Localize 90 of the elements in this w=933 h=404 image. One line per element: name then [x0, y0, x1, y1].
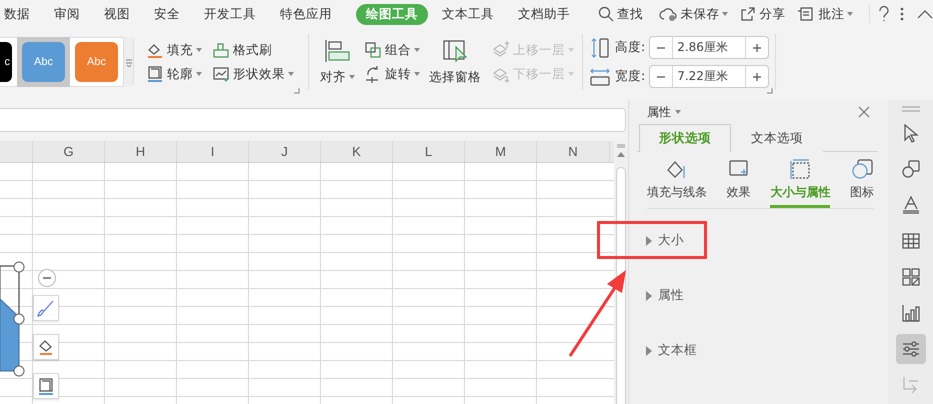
- ribbon-button[interactable]: 形状效果: [210, 65, 296, 83]
- collapsed-icon: [645, 346, 652, 356]
- style-button[interactable]: [33, 295, 59, 321]
- caret-icon: [568, 48, 574, 52]
- section-header[interactable]: 属性: [645, 286, 684, 305]
- menu-tab[interactable]: 数据: [4, 4, 30, 24]
- size-spinner[interactable]: 7.22厘米: [649, 65, 770, 88]
- comment-icon: [797, 6, 816, 22]
- column-header[interactable]: M: [465, 141, 537, 162]
- field-label: 宽度:: [615, 68, 646, 85]
- plus-icon: [752, 42, 762, 52]
- column-header[interactable]: J: [249, 141, 321, 162]
- help-icon: [878, 6, 890, 22]
- menu-tab[interactable]: 特色应用: [280, 4, 332, 24]
- section-header[interactable]: 大小: [645, 231, 684, 250]
- sliders-icon: [900, 339, 920, 359]
- menu-tab[interactable]: 开发工具: [204, 4, 256, 24]
- fill-icon: [37, 338, 55, 356]
- plus-icon: [752, 72, 762, 82]
- column-header[interactable]: L: [393, 141, 465, 162]
- group-launcher-icon: [767, 88, 774, 94]
- scroll-up-icon: [617, 152, 625, 157]
- more-icon: [900, 6, 904, 22]
- size-spinner[interactable]: 2.86厘米: [649, 36, 770, 59]
- caret-icon: [675, 110, 681, 114]
- fill-button[interactable]: [33, 334, 59, 360]
- menu-tab[interactable]: 审阅: [54, 4, 80, 24]
- option-tab[interactable]: 图标: [850, 158, 874, 208]
- drag-handle-icon: [902, 106, 920, 112]
- table-icon: [900, 231, 920, 251]
- formula-field[interactable]: [0, 108, 626, 132]
- size-icon: [788, 158, 812, 180]
- column-header[interactable]: G: [33, 141, 105, 162]
- menu-tab[interactable]: 文本工具: [442, 4, 494, 24]
- panel-title[interactable]: 属性: [647, 104, 681, 120]
- chevron-up-icon: [917, 9, 933, 19]
- scroll-grip-icon: [617, 144, 625, 148]
- field-label: 高度:: [615, 39, 646, 56]
- column-header[interactable]: K: [321, 141, 393, 162]
- chart-icon: [900, 303, 920, 323]
- collapsed-icon: [645, 290, 652, 300]
- section-header[interactable]: 文本框: [645, 341, 697, 360]
- ribbon-button[interactable]: 组合: [362, 41, 422, 59]
- align-button[interactable]: 对齐: [317, 38, 358, 86]
- scroll-thumb[interactable]: [616, 167, 626, 404]
- height-icon: [589, 36, 611, 58]
- search-button[interactable]: 查找: [594, 6, 647, 22]
- group-launcher-icon: [294, 88, 300, 94]
- menu-tab[interactable]: 文档助手: [518, 4, 570, 24]
- cursor-icon: [902, 123, 920, 143]
- collapse-button[interactable]: [38, 269, 56, 287]
- align-icon: [324, 38, 352, 62]
- toolbar-button[interactable]: 未保存: [655, 6, 732, 22]
- option-tab[interactable]: 填充与线条: [647, 158, 707, 208]
- swap-icon: [900, 375, 920, 395]
- outline-icon: [37, 377, 55, 395]
- toolbar-button[interactable]: 批注: [793, 6, 858, 22]
- outline-icon: [146, 65, 164, 83]
- width-icon: [589, 66, 611, 88]
- ribbon-button[interactable]: 轮廓: [144, 65, 204, 83]
- ribbon-button[interactable]: 格式刷: [210, 41, 296, 59]
- size-input[interactable]: 7.22厘米: [673, 66, 746, 87]
- column-header[interactable]: H: [105, 141, 177, 162]
- more-styles-icon: [124, 57, 132, 67]
- grid-icon: [900, 267, 920, 287]
- selection-pane-icon: [442, 38, 468, 62]
- toolbar-button[interactable]: 分享: [736, 6, 790, 22]
- close-icon: [858, 106, 870, 118]
- effects-icon: [212, 65, 230, 83]
- graphic-icon: [850, 158, 874, 180]
- layer-up-icon: [492, 41, 510, 59]
- ribbon-button[interactable]: 填充: [144, 41, 204, 59]
- option-tab[interactable]: 效果: [726, 158, 751, 208]
- shapes-icon: [900, 159, 920, 179]
- size-input[interactable]: 2.86厘米: [673, 37, 746, 58]
- search-icon: [598, 6, 614, 22]
- text-fill-icon: [900, 195, 920, 215]
- menu-tab[interactable]: 视图: [104, 4, 130, 24]
- column-header[interactable]: N: [537, 141, 610, 162]
- column-header[interactable]: I: [177, 141, 249, 162]
- caret-icon: [568, 72, 574, 76]
- outline-button[interactable]: [33, 373, 59, 399]
- share-icon: [740, 6, 756, 22]
- sidebar-tool[interactable]: [896, 334, 926, 364]
- group-icon: [364, 41, 382, 59]
- cloud-icon: [659, 6, 678, 22]
- menu-tab[interactable]: 安全: [154, 4, 180, 24]
- collapsed-icon: [645, 236, 652, 246]
- selection-pane-button[interactable]: 选择窗格: [426, 38, 484, 86]
- ribbon-button[interactable]: 旋转: [362, 65, 422, 83]
